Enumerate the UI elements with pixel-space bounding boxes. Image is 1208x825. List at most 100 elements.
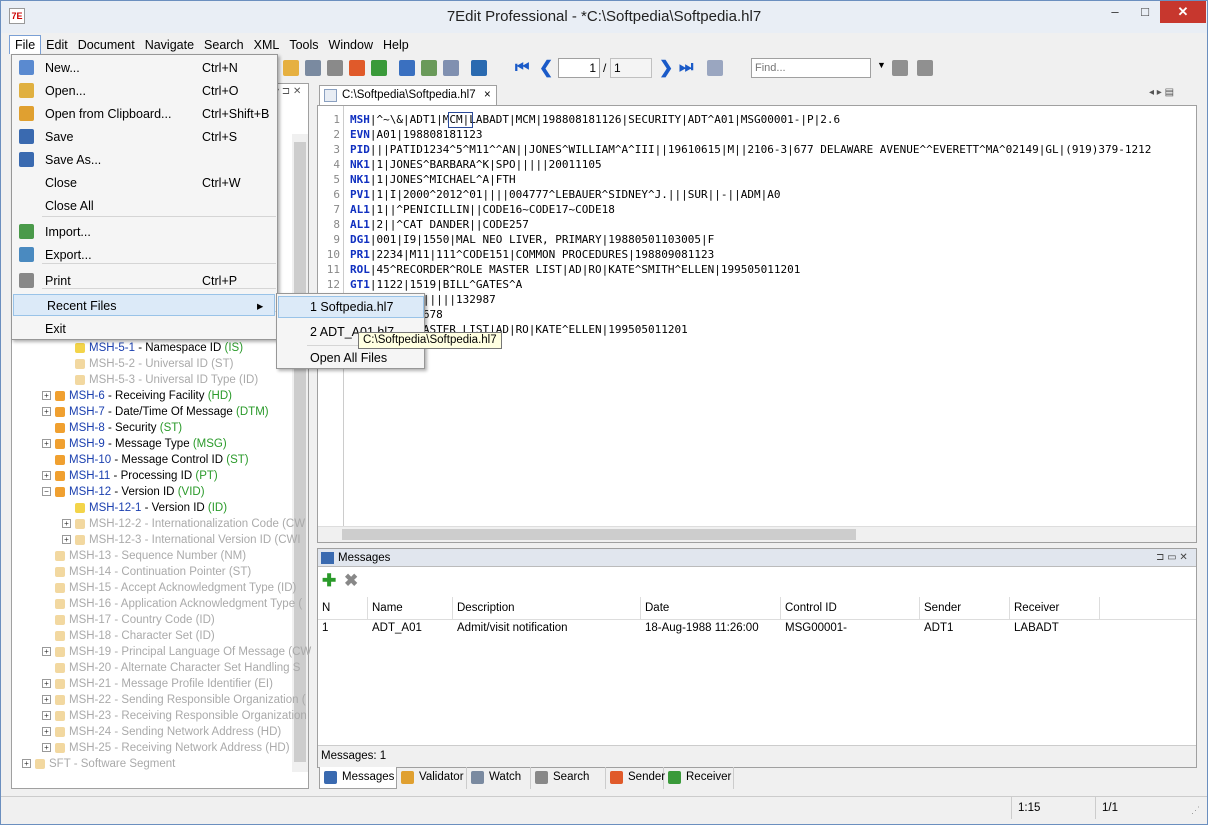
expand-icon[interactable]: + [22,759,31,769]
expand-icon[interactable]: + [42,727,51,737]
tab-softpedia-hl7[interactable]: C:\Softpedia\Softpedia.hl7 × [319,85,497,106]
tree-row[interactable]: + SFT - Software Segment [22,756,175,772]
expand-icon[interactable]: + [42,711,51,721]
tree-row[interactable]: MSH-17 - Country Code (ID) [42,612,215,628]
tree-row[interactable]: + MSH-6 - Receiving Facility (HD) [42,388,232,404]
tab-close-icon[interactable]: × [484,86,491,105]
minimize-icon[interactable]: – [1100,1,1130,23]
collapse-icon[interactable]: − [42,487,51,497]
recent-file-1[interactable]: 1 Softpedia.hl7 [310,300,393,314]
tree-row[interactable]: + MSH-23 - Receiving Responsible Organiza… [42,708,307,724]
tree-row[interactable]: MSH-12-1 - Version ID (ID) [62,500,227,516]
tree-row[interactable]: MSH-14 - Continuation Pointer (ST) [42,564,251,580]
expand-icon[interactable]: + [42,647,51,657]
tree-row[interactable]: + MSH-11 - Processing ID (PT) [42,468,218,484]
panel-pin-icon[interactable]: ▾ ⊐ ✕ [274,86,301,97]
watch-icon[interactable] [305,60,321,76]
tree-row[interactable]: MSH-20 - Alternate Character Set Handlin… [42,660,300,676]
column-header[interactable]: Date [641,597,781,619]
tree-row[interactable]: MSH-16 - Application Acknowledgment Type… [42,596,302,612]
tree-row[interactable]: MSH-13 - Sequence Number (NM) [42,548,246,564]
close-window-icon[interactable]: ✕ [1160,1,1206,23]
table-cell[interactable]: MSG00001- [781,619,847,637]
expand-icon[interactable]: + [62,535,71,545]
menu-item-exit[interactable]: Exit [12,318,277,340]
expand-icon[interactable]: + [42,471,51,481]
menu-edit[interactable]: Edit [41,36,73,54]
tree-row[interactable]: + MSH-24 - Sending Network Address (HD) [42,724,281,740]
bottom-tab-messages[interactable]: Messages [319,767,397,789]
tree-scrollbar[interactable] [292,134,308,772]
expand-icon[interactable]: + [42,407,51,417]
tree-row[interactable]: + MSH-25 - Receiving Network Address (HD) [42,740,290,756]
tree-row[interactable]: MSH-8 - Security (ST) [42,420,182,436]
refresh-icon[interactable] [471,60,487,76]
resize-grip-icon[interactable]: ⋰ [1191,805,1200,816]
send-icon[interactable] [349,60,365,76]
table-cell[interactable]: ADT_A01 [368,619,422,637]
editor-hscrollbar[interactable] [318,526,1196,542]
tree-row[interactable]: MSH-15 - Accept Acknowledgment Type (ID) [42,580,296,596]
bottom-tab-search[interactable]: Search [531,767,606,789]
next-page-icon[interactable]: ❯ [659,58,673,78]
expand-icon[interactable]: + [42,391,51,401]
menu-help[interactable]: Help [378,36,414,54]
tree-row[interactable]: + MSH-12-3 - International Version ID (CW… [62,532,301,548]
menu-window[interactable]: Window [324,36,378,54]
expand-icon[interactable]: + [42,679,51,689]
tree-row[interactable]: + MSH-21 - Message Profile Identifier (EI… [42,676,273,692]
menu-navigate[interactable]: Navigate [140,36,199,54]
tree-row[interactable]: + MSH-9 - Message Type (MSG) [42,436,227,452]
tab-nav-icon[interactable]: ◂ ▸ ▤ [1149,87,1174,98]
column-header[interactable]: Description [453,597,641,619]
maximize-icon[interactable]: □ [1130,1,1160,23]
menu-item-save-as[interactable]: Save As... [12,149,277,171]
menu-document[interactable]: Document [73,36,140,54]
bottom-tab-validator[interactable]: Validator [397,767,467,789]
bottom-tab-receiver[interactable]: Receiver [664,767,734,789]
table-cell[interactable]: LABADT [1010,619,1059,637]
tree-row[interactable]: + MSH-12-2 - Internationalization Code (C… [62,516,305,532]
hl7-editor[interactable]: 123456789101112131415 MSH|^~\&|ADT1|MCM|… [317,105,1197,543]
find-prev-icon[interactable] [917,60,933,76]
column-header[interactable]: Receiver [1010,597,1100,619]
page-input[interactable]: 1 [558,58,600,78]
expand-icon[interactable]: + [42,695,51,705]
panel-controls-icon[interactable]: ⊐ ▭ ✕ [1156,549,1188,567]
table-cell[interactable]: 18-Aug-1988 11:26:00 [641,619,759,637]
column-header[interactable]: N [318,597,368,619]
tree-row[interactable]: + MSH-22 - Sending Responsible Organizati… [42,692,306,708]
tree-row[interactable]: MSH-18 - Character Set (ID) [42,628,215,644]
settings-icon[interactable] [399,60,415,76]
expand-icon[interactable]: + [42,743,51,753]
menu-item-new[interactable]: New... Ctrl+N [12,57,277,79]
menu-search[interactable]: Search [199,36,249,54]
prev-page-icon[interactable]: ❮ [539,58,553,78]
bottom-tab-sender[interactable]: Sender [606,767,665,789]
last-page-icon[interactable]: ⏭ [679,59,693,77]
menu-item-close[interactable]: Close Ctrl+W [12,172,277,194]
find-input[interactable] [751,58,871,78]
tree-row[interactable]: MSH-5-3 - Universal ID Type (ID) [62,372,258,388]
tree-row[interactable]: − MSH-12 - Version ID (VID) [42,484,205,500]
compare-icon[interactable] [443,60,459,76]
menu-item-export[interactable]: Export... [12,244,277,266]
table-cell[interactable]: Admit/visit notification [453,619,568,637]
menu-item-import[interactable]: Import... [12,221,277,243]
menu-tools[interactable]: Tools [284,36,323,54]
find-dropdown-icon[interactable]: ▼ [877,60,886,70]
tree-row[interactable]: MSH-5-1 - Namespace ID (IS) [62,340,243,356]
open-all-files[interactable]: Open All Files [310,351,387,365]
transform-icon[interactable] [421,60,437,76]
column-header[interactable]: Sender [920,597,1010,619]
search-tool-icon[interactable] [327,60,343,76]
table-cell[interactable]: 1 [318,619,328,637]
table-cell[interactable]: ADT1 [920,619,953,637]
find-next-icon[interactable] [892,60,908,76]
first-page-icon[interactable]: ⏮ [515,59,529,77]
menu-item-open[interactable]: Open... Ctrl+O [12,80,277,102]
expand-icon[interactable]: + [62,519,71,529]
menu-item-close-all[interactable]: Close All [12,195,277,217]
tree-row[interactable]: MSH-10 - Message Control ID (ST) [42,452,249,468]
menu-item-save[interactable]: Save Ctrl+S [12,126,277,148]
